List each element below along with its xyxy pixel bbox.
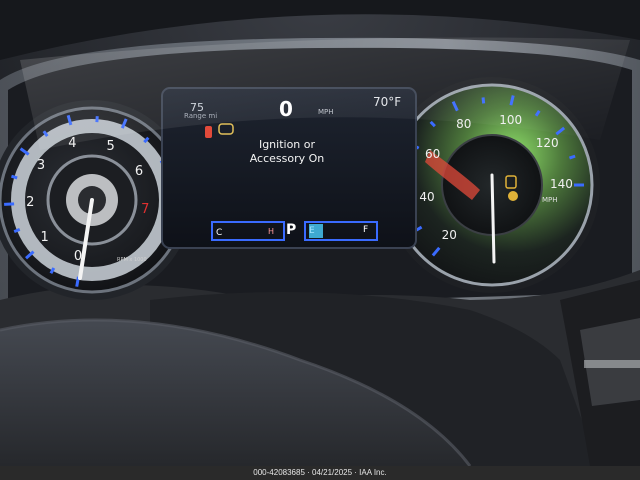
temp-hot-label: H xyxy=(268,227,275,236)
gauge-tick-mark xyxy=(11,174,18,180)
gauge-tick-mark xyxy=(13,228,21,234)
digital-speed: 0 xyxy=(279,97,293,121)
fuel-empty-label: E xyxy=(309,226,315,236)
watermark: 000-42083685 · 04/21/2025 · IAA Inc. xyxy=(0,466,640,480)
tach-unit: RPM x 1000 xyxy=(117,257,147,263)
speedo-tick-label: 120 xyxy=(535,136,559,151)
outside-temperature: 70°F xyxy=(373,95,402,109)
tire-pressure-icon xyxy=(205,126,212,138)
gear-indicator: P xyxy=(286,222,297,238)
tach-tick-label: 3 xyxy=(36,158,46,174)
status-message-line2: Accessory On xyxy=(249,152,325,165)
tach-tick-label: 2 xyxy=(26,194,35,210)
seatbelt-icon xyxy=(508,191,518,201)
tach-tick-label: 1 xyxy=(40,230,49,246)
gauge-tick-mark xyxy=(568,154,576,160)
speedo-tick-label: 140 xyxy=(550,177,573,191)
speedo-tick-label: 60 xyxy=(425,147,441,162)
speedo-needle xyxy=(490,173,496,264)
tach-tick-label: 4 xyxy=(68,136,77,152)
speedo-tick-label: 100 xyxy=(499,112,523,127)
tach-tick-label: 6 xyxy=(134,164,144,180)
tach-tick-label: 7 xyxy=(141,202,150,218)
speedo-tick-label: 20 xyxy=(441,227,457,242)
status-message-line1: Ignition or xyxy=(258,138,316,151)
speedo-tick-label: 40 xyxy=(419,190,435,205)
cluster-background xyxy=(0,0,640,480)
fuel-full-label: F xyxy=(363,225,369,235)
speedo-tick-label: 80 xyxy=(456,117,472,132)
range-label: Range mi xyxy=(184,112,218,120)
tach-tick-label: 0 xyxy=(73,249,83,265)
tach-tick-label: 5 xyxy=(106,138,115,154)
speedo-unit: MPH xyxy=(542,196,558,204)
status-message: Ignition or Accessory On xyxy=(232,138,342,166)
digital-speed-unit: MPH xyxy=(318,108,334,116)
instrument-cluster-photo: 7 5 Range mi 0 MPH 70°F Ignition or Acces… xyxy=(0,0,640,480)
temp-cold-label: C xyxy=(216,228,223,238)
